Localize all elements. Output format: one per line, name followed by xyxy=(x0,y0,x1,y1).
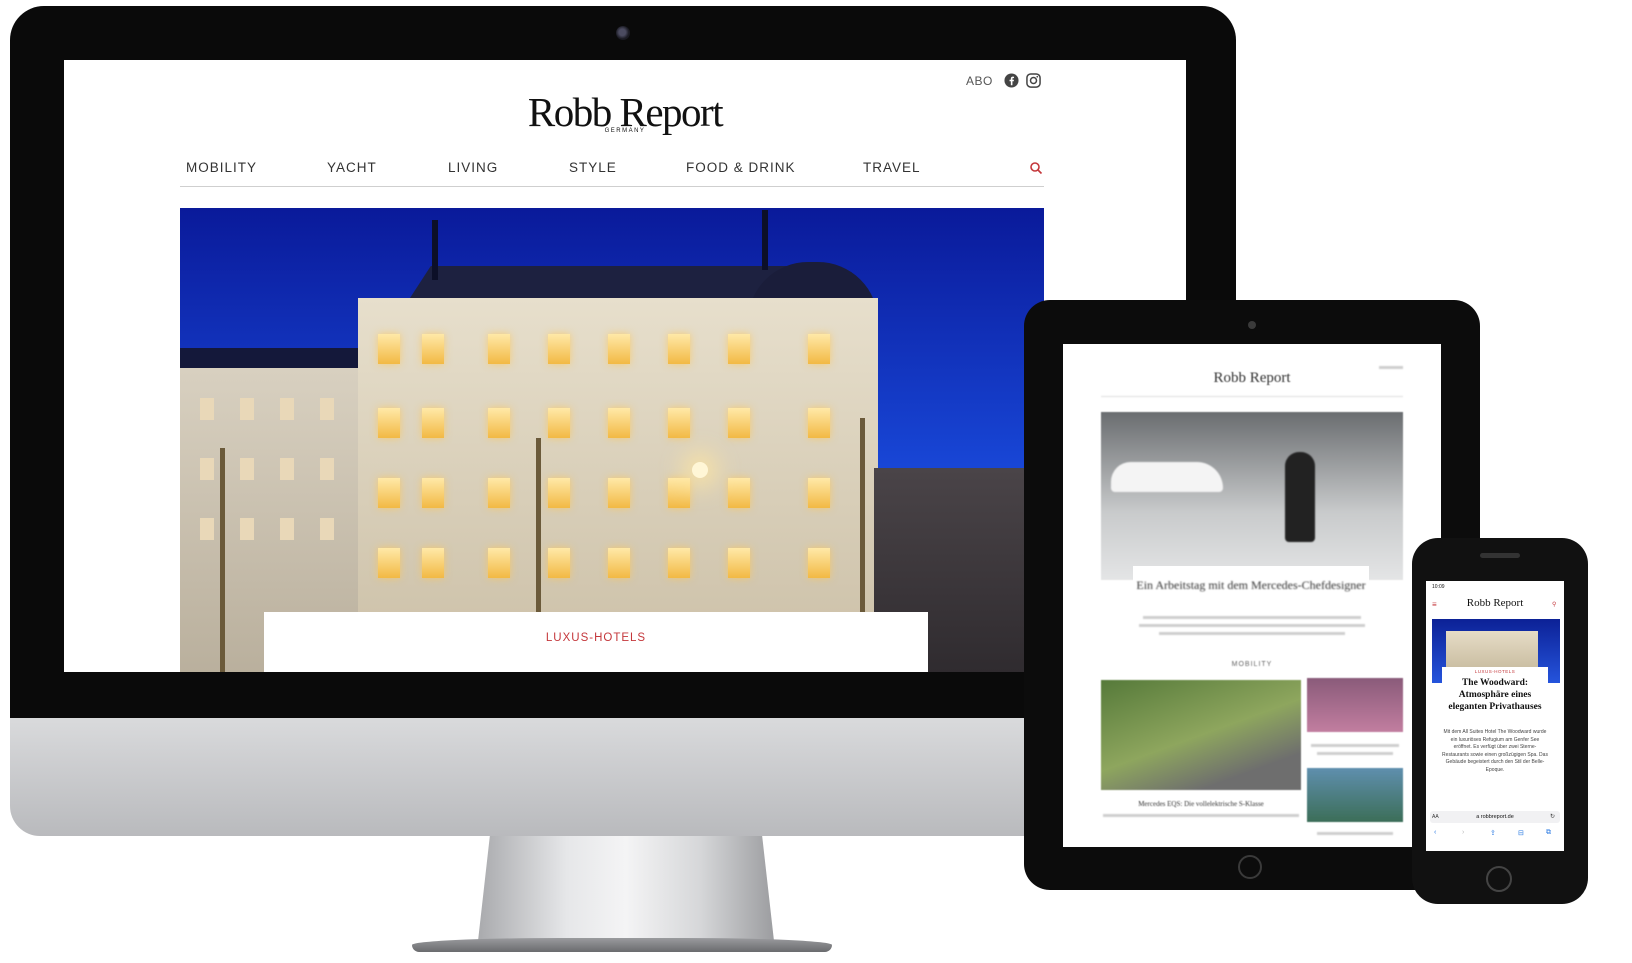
ipad-camera xyxy=(1248,321,1256,329)
search-icon[interactable] xyxy=(1029,161,1043,175)
nav-item-travel[interactable]: TRAVEL xyxy=(863,158,921,178)
desktop-screen: ABO Robb Report GERMANY MOBILITY YACHT L… xyxy=(64,60,1186,672)
forward-icon[interactable]: › xyxy=(1462,829,1464,836)
tablet-social-icons xyxy=(1379,366,1403,369)
share-icon[interactable]: ⇪ xyxy=(1490,829,1496,837)
bookmarks-icon[interactable]: ⊟ xyxy=(1518,829,1524,837)
nav-item-mobility[interactable]: MOBILITY xyxy=(186,158,257,178)
tablet-teaser-line xyxy=(1139,624,1365,627)
hero-image[interactable] xyxy=(180,208,1044,672)
tablet-article-image[interactable] xyxy=(1101,680,1301,790)
tablet-hero-person xyxy=(1285,452,1315,542)
hero-street-light xyxy=(692,462,708,478)
phone-kicker[interactable]: LUXUS-HOTELS xyxy=(1442,669,1548,674)
back-icon[interactable]: ‹ xyxy=(1434,829,1436,836)
tablet-article-teaser-line xyxy=(1103,814,1299,817)
tablet-headline[interactable]: Ein Arbeitstag mit dem Mercedes-Chefdesi… xyxy=(1133,578,1369,593)
hero-kicker[interactable]: LUXUS-HOTELS xyxy=(264,632,928,644)
phone-headline[interactable]: The Woodward: Atmosphäre eines eleganten… xyxy=(1442,677,1548,713)
hero-tree xyxy=(220,448,225,672)
nav-item-living[interactable]: LIVING xyxy=(448,158,498,178)
ipad-home-button xyxy=(1238,855,1262,879)
tablet-article-image[interactable] xyxy=(1307,678,1403,732)
nav-item-food-drink[interactable]: FOOD & DRINK xyxy=(686,158,796,178)
tablet-logo[interactable]: Robb Report xyxy=(1063,370,1441,387)
tablet-hero-image[interactable] xyxy=(1101,412,1403,580)
tablet-article-image[interactable] xyxy=(1307,768,1403,822)
tablet-article-caption-line xyxy=(1311,744,1399,747)
phone-hero-card[interactable]: LUXUS-HOTELS The Woodward: Atmosphäre ei… xyxy=(1442,667,1548,807)
tablet-article-caption-line xyxy=(1317,752,1393,755)
imac-stand-base xyxy=(412,938,832,952)
imac-camera xyxy=(616,26,630,40)
url-text[interactable]: a robbreport.de xyxy=(1426,814,1564,820)
instagram-icon[interactable] xyxy=(1026,73,1041,88)
facebook-icon[interactable] xyxy=(1004,73,1019,88)
main-nav: MOBILITY YACHT LIVING STYLE FOOD & DRINK… xyxy=(180,158,1044,187)
tablet-article-caption[interactable]: Mercedes EQS: Die vollelektrische S-Klas… xyxy=(1101,800,1301,808)
tablet-nav xyxy=(1101,396,1403,397)
tablet-hero-car xyxy=(1111,462,1223,492)
phone-search-icon[interactable]: ⚲ xyxy=(1552,601,1556,608)
phone-teaser: Mit dem All Suites Hotel The Woodward wu… xyxy=(1442,729,1548,773)
tablet-article-caption-line xyxy=(1317,832,1393,835)
reload-icon[interactable]: ↻ xyxy=(1550,813,1555,820)
abo-link[interactable]: ABO xyxy=(966,74,993,88)
status-time: 10:09 xyxy=(1432,584,1445,590)
tablet-section-label: MOBILITY xyxy=(1231,661,1273,668)
hero-spire-left xyxy=(432,220,438,280)
tabs-icon[interactable]: ⧉ xyxy=(1546,829,1551,837)
phone-screen: 10:09 ≡ Robb Report ⚲ LUXUS-HOTELS The W… xyxy=(1426,581,1564,851)
tablet-teaser-line xyxy=(1143,616,1361,619)
safari-toolbar: ‹ › ⇪ ⊟ ⧉ xyxy=(1434,829,1556,839)
iphone-speaker xyxy=(1480,553,1520,558)
hero-spire-right xyxy=(762,210,768,270)
tablet-screen: Robb Report Ein Arbeitstag mit dem Merce… xyxy=(1063,344,1441,847)
imac-stand xyxy=(478,836,774,941)
logo-subtitle: GERMANY xyxy=(604,128,646,134)
hero-card[interactable]: LUXUS-HOTELS xyxy=(264,612,928,672)
phone-logo[interactable]: Robb Report xyxy=(1426,597,1564,609)
iphone-home-button xyxy=(1486,866,1512,892)
nav-item-yacht[interactable]: YACHT xyxy=(327,158,377,178)
nav-item-style[interactable]: STYLE xyxy=(569,158,617,178)
tablet-teaser-line xyxy=(1159,632,1345,635)
